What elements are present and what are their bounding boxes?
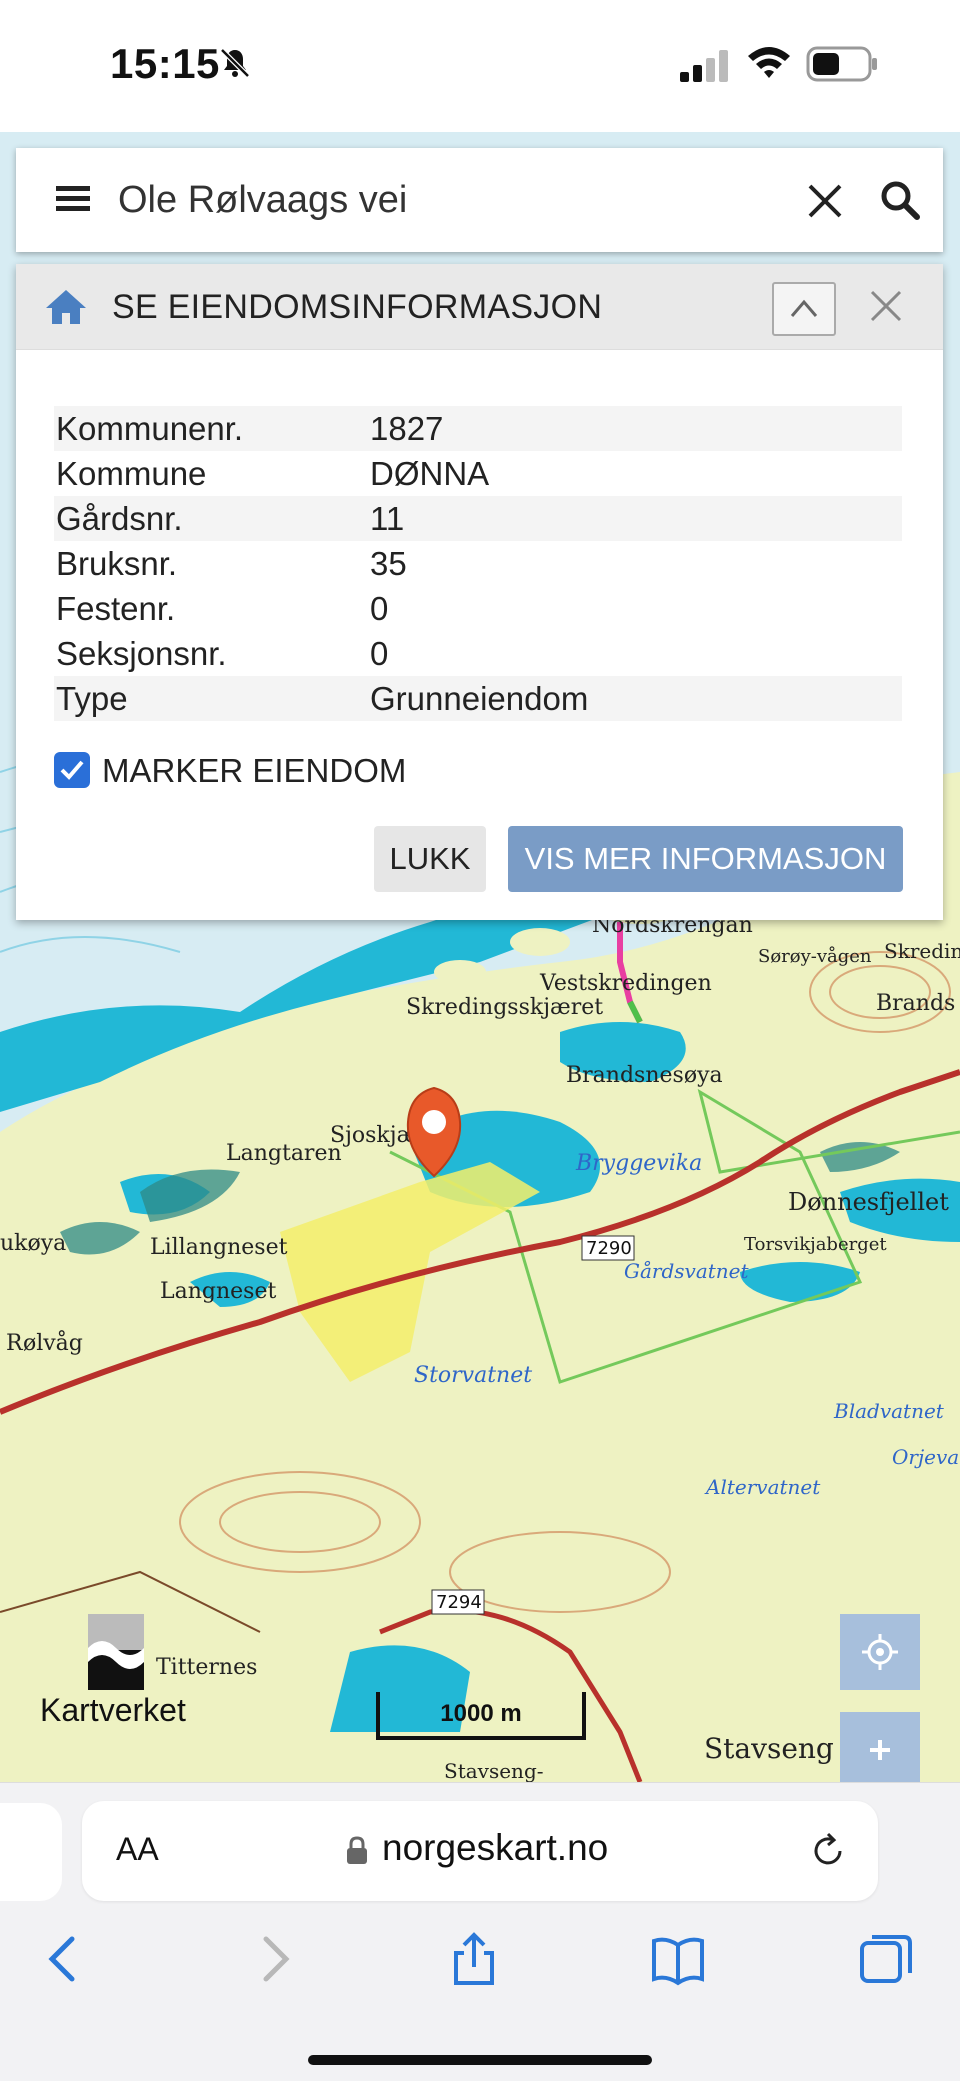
row-key: Kommunenr. <box>56 409 244 447</box>
search-icon[interactable] <box>880 180 920 220</box>
table-row: Kommune DØNNA <box>54 451 902 496</box>
label-bladvatnet: Bladvatnet <box>833 1399 945 1423</box>
road-label-7290: 7290 <box>586 1238 632 1259</box>
more-info-button[interactable]: VIS MER INFORMASJON <box>508 826 903 892</box>
reload-icon[interactable] <box>808 1831 848 1871</box>
panel-title: SE EIENDOMSINFORMASJON <box>112 288 603 326</box>
label-vestskredingen: Vestskredingen <box>539 971 712 996</box>
lock-icon <box>347 1836 367 1864</box>
label-langneset: Langneset <box>160 1279 276 1304</box>
forward-icon[interactable] <box>246 1931 302 1987</box>
row-value: 0 <box>370 634 389 672</box>
search-bar <box>16 148 943 252</box>
row-value: 35 <box>370 544 407 582</box>
address-text: norgeskart.no <box>382 1827 609 1868</box>
locate-me-button[interactable] <box>840 1614 920 1690</box>
address-bar[interactable]: AA norgeskart.no <box>82 1801 878 1901</box>
kartverket-logo-icon <box>88 1614 144 1690</box>
browser-toolbar: AA norgeskart.no <box>0 1782 960 2081</box>
label-brandsnes: Brands nes <box>876 991 960 1016</box>
marker-label: MARKER EIENDOM <box>102 752 407 789</box>
share-icon[interactable] <box>446 1931 502 1987</box>
home-indicator <box>308 2055 652 2065</box>
clear-search-icon[interactable] <box>806 182 844 220</box>
road-label-7294: 7294 <box>436 1592 482 1613</box>
checkmark-icon <box>60 760 84 780</box>
cellular-signal-icon <box>680 50 728 82</box>
table-row: Gårdsnr. 11 <box>54 496 902 541</box>
wifi-icon <box>748 47 790 78</box>
label-altervatnet: Altervatnet <box>704 1475 821 1499</box>
label-storvatnet: Storvatnet <box>414 1363 532 1388</box>
bookmarks-icon[interactable] <box>650 1931 706 1987</box>
label-rolvag: Rølvåg <box>6 1329 83 1356</box>
table-row: Type Grunneiendom <box>54 676 902 721</box>
search-input[interactable] <box>118 166 778 234</box>
label-torsvikjaberget: Torsvikjaberget <box>744 1234 887 1255</box>
close-panel-icon[interactable] <box>866 286 906 326</box>
label-soroyvagen: Sørøy-vågen <box>758 945 872 967</box>
battery-icon <box>806 46 877 82</box>
row-value: 0 <box>370 589 389 627</box>
table-row: Kommunenr. 1827 <box>54 406 902 451</box>
table-row: Bruksnr. 35 <box>54 541 902 586</box>
scale-bar: 1000 m <box>376 1692 586 1740</box>
table-row: Festenr. 0 <box>54 586 902 631</box>
status-time: 15:15 <box>110 40 220 87</box>
zoom-in-button[interactable] <box>840 1712 920 1782</box>
kartverket-label: Kartverket <box>40 1692 186 1728</box>
property-info-table: Kommunenr. 1827 Kommune DØNNA Gårdsnr. 1… <box>54 406 902 721</box>
row-key: Gårdsnr. <box>56 499 183 537</box>
row-key: Type <box>56 679 128 717</box>
home-icon <box>46 290 86 324</box>
label-langtaren: Langtaren <box>226 1141 342 1166</box>
scale-label: 1000 m <box>440 1700 522 1727</box>
row-key: Kommune <box>56 454 207 492</box>
back-icon[interactable] <box>36 1931 92 1987</box>
label-bryggevika: Bryggevika <box>575 1151 702 1176</box>
label-skredin: Skredin <box>884 939 960 963</box>
row-value: Grunneiendom <box>370 679 589 717</box>
table-row: Seksjonsnr. 0 <box>54 631 902 676</box>
panel-header: SE EIENDOMSINFORMASJON <box>16 264 943 350</box>
previous-tab-peek[interactable] <box>0 1803 62 1901</box>
crosshair-icon <box>862 1634 898 1670</box>
collapse-panel-button[interactable] <box>772 282 836 336</box>
close-button[interactable]: LUKK <box>374 826 486 892</box>
row-value: DØNNA <box>370 454 490 492</box>
label-ukoya: ukøya <box>0 1231 66 1256</box>
page-settings-button[interactable]: AA <box>116 1831 159 1868</box>
label-titternes: Titternes <box>156 1655 257 1680</box>
label-stavseng: Stavseng <box>704 1732 834 1765</box>
label-donnesfjellet: Dønnesfjellet <box>788 1188 949 1216</box>
tabs-icon[interactable] <box>858 1931 914 1987</box>
hamburger-menu-icon[interactable] <box>56 184 90 214</box>
label-lillangneset: Lillangneset <box>150 1235 288 1260</box>
bell-muted-icon <box>220 48 250 78</box>
row-value: 11 <box>370 499 405 537</box>
row-key: Seksjonsnr. <box>56 634 227 672</box>
label-stavseng-2: Stavseng- <box>444 1759 544 1782</box>
label-orjeva: Orjeva <box>892 1445 959 1469</box>
label-gardsvatnet: Gårdsvatnet <box>624 1259 750 1283</box>
row-value: 1827 <box>370 409 444 447</box>
plus-icon <box>870 1740 890 1760</box>
label-skredingsskjaeret: Skredingsskjæret <box>406 995 603 1020</box>
label-brandsnesoya: Brandsnesøya <box>566 1063 723 1088</box>
property-info-panel: SE EIENDOMSINFORMASJON Kommunenr. 1827 K… <box>16 264 943 920</box>
marker-checkbox[interactable] <box>54 752 90 788</box>
row-key: Bruksnr. <box>56 544 178 582</box>
chevron-up-icon <box>790 299 818 317</box>
row-key: Festenr. <box>56 589 176 627</box>
status-bar: 15:15 <box>0 0 960 132</box>
